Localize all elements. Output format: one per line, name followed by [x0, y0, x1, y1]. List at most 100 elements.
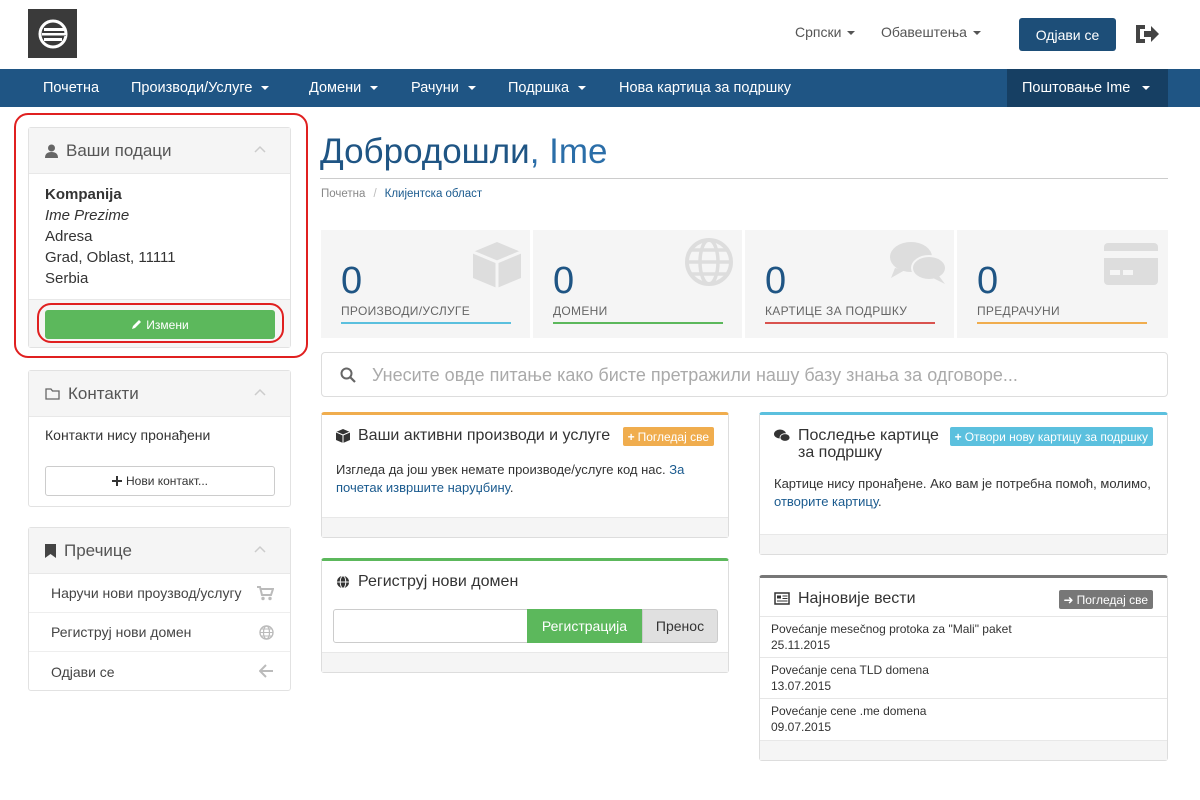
comments-icon — [774, 429, 790, 442]
panel-heading[interactable]: Ваши подаци — [29, 128, 290, 174]
tile-underline — [553, 322, 723, 324]
tile-underline — [765, 322, 935, 324]
news-item[interactable]: Povećanje cene .me domena 09.07.2015 — [760, 698, 1167, 739]
nav-support[interactable]: Подршка — [508, 69, 587, 107]
news-title: Povećanje cena TLD domena — [771, 663, 929, 677]
knowledgebase-search-input[interactable]: Унесите овде питање како бисте претражил… — [321, 352, 1168, 397]
cart-icon — [257, 586, 274, 601]
client-name: Ime Prezime — [45, 207, 130, 224]
new-contact-button[interactable]: Нови контакт... — [45, 466, 275, 496]
domain-transfer-button[interactable]: Пренос — [642, 609, 718, 643]
credit-card-icon — [1104, 243, 1158, 285]
breadcrumb-home[interactable]: Почетна — [321, 188, 365, 200]
panel-heading[interactable]: Пречице — [29, 528, 290, 574]
panel-title: Контакти — [68, 383, 139, 403]
panel-heading: Последње картице за подршку — [760, 415, 960, 461]
nav-domains[interactable]: Домени — [309, 69, 379, 107]
folder-icon — [45, 387, 60, 400]
tile-label: ПРОИЗВОДИ/УСЛУГЕ — [341, 304, 471, 318]
recent-tickets-panel: Последње картице за подршку + Отвори нову… — [759, 412, 1168, 555]
domain-register-button[interactable]: Регистрација — [527, 609, 642, 643]
tile-underline — [977, 322, 1147, 324]
page-title: Добродошли, Ime — [320, 132, 608, 171]
shortcut-label: Наручи нови проузвод/услугу — [51, 585, 242, 601]
latest-news-panel: Најновије вести ➜ Погледај све Povećanje … — [759, 575, 1168, 761]
news-date: 09.07.2015 — [771, 720, 832, 734]
shortcut-logout[interactable]: Одјави се — [29, 652, 290, 691]
shortcut-order-new[interactable]: Наручи нови проузвод/услугу — [29, 574, 290, 613]
address-line: Adresa — [45, 228, 93, 245]
logout-button[interactable]: Одјави се — [1019, 18, 1116, 51]
view-all-products-button[interactable]: + Погледај све — [622, 427, 714, 446]
active-products-panel: Ваши активни производи и услуге + Погледа… — [321, 412, 729, 538]
contacts-panel: Контакти Контакти нису пронађени Нови ко… — [28, 370, 291, 507]
panel-title: Ваши подаци — [66, 140, 172, 160]
shortcut-label: Одјави се — [51, 663, 115, 680]
company-logo[interactable] — [28, 9, 77, 58]
panel-heading[interactable]: Контакти — [29, 371, 290, 417]
shortcut-register-domain[interactable]: Регистpуј нови домен — [29, 613, 290, 652]
nav-products[interactable]: Производи/Услуге — [131, 69, 270, 107]
globe-icon — [259, 625, 274, 640]
domain-input[interactable] — [333, 609, 528, 643]
globe-icon — [336, 575, 350, 589]
newspaper-icon — [774, 592, 790, 605]
caret-down-icon — [1142, 86, 1151, 91]
panel-title: Региструј нови домен — [358, 573, 519, 590]
plus-icon: + — [627, 429, 635, 444]
tile-label: ПРЕДРАЧУНИ — [977, 304, 1060, 318]
arrow-right-icon: ➜ — [1063, 592, 1074, 607]
comments-icon — [890, 242, 947, 284]
panel-footer — [760, 534, 1167, 554]
sign-out-icon[interactable] — [1134, 22, 1160, 46]
chevron-up-icon[interactable] — [254, 145, 266, 153]
caret-down-icon — [261, 86, 270, 91]
plus-icon: + — [954, 429, 962, 444]
tile-value: 0 — [977, 260, 999, 302]
nav-account-dropdown[interactable]: Поштовање Ime — [1007, 69, 1168, 107]
arrow-left-icon — [259, 664, 273, 678]
view-all-news-button[interactable]: ➜ Погледај све — [1058, 590, 1153, 609]
chevron-up-icon[interactable] — [254, 545, 266, 553]
cube-icon — [472, 242, 522, 288]
panel-body: Изгледа да још увек немате производе/усл… — [336, 462, 685, 495]
address-block: Kompanija Ime Prezime Adresa Grad, Oblas… — [29, 174, 290, 289]
breadcrumb-current[interactable]: Клијентска област — [385, 188, 483, 200]
site-header: Српски Обавештења Одјави се — [0, 0, 1200, 69]
nav-home[interactable]: Почетна — [43, 69, 99, 107]
nav-new-ticket[interactable]: Нова картица за подршку — [619, 69, 791, 107]
title-divider — [320, 178, 1168, 179]
tile-services[interactable]: 0 ПРОИЗВОДИ/УСЛУГЕ — [321, 230, 530, 338]
tile-label: ДОМЕНИ — [553, 304, 608, 318]
shortcuts-panel: Пречице Наручи нови проузвод/услугу Реги… — [28, 527, 291, 691]
user-icon — [45, 144, 58, 158]
page-title-name: , Ime — [529, 132, 608, 171]
caret-down-icon — [578, 86, 587, 91]
news-item[interactable]: Povećanje mesečnog protoka za "Mali" pak… — [760, 616, 1167, 657]
panel-title: Пречице — [64, 540, 132, 560]
panel-footer — [322, 652, 728, 672]
tile-tickets[interactable]: 0 КАРТИЦЕ ЗА ПОДРШКУ — [745, 230, 954, 338]
caret-down-icon — [467, 86, 476, 91]
tile-value: 0 — [341, 260, 363, 302]
open-ticket-link[interactable]: отворите картицу — [774, 494, 878, 509]
tile-domains[interactable]: 0 ДОМЕНИ — [533, 230, 742, 338]
tile-label: КАРТИЦЕ ЗА ПОДРШКУ — [765, 304, 908, 318]
company-name: Kompanija — [45, 186, 122, 203]
panel-heading: Региструј нови домен — [322, 561, 728, 591]
news-item[interactable]: Povećanje cena TLD domena 13.07.2015 — [760, 657, 1167, 698]
tile-invoices[interactable]: 0 ПРЕДРАЧУНИ — [957, 230, 1168, 338]
stats-tiles: 0 ПРОИЗВОДИ/УСЛУГЕ 0 ДОМЕНИ 0 КАРТИЦЕ ЗА… — [321, 230, 1168, 338]
open-new-ticket-button[interactable]: + Отвори нову картицу за подршку — [949, 427, 1153, 446]
language-dropdown[interactable]: Српски — [795, 24, 856, 40]
panel-body: Картице нису пронађене. Ако вам је потре… — [774, 476, 1151, 509]
contacts-empty-text: Контакти нису пронађени — [45, 427, 211, 443]
news-date: 13.07.2015 — [771, 679, 832, 693]
notifications-dropdown[interactable]: Обавештења — [881, 24, 981, 40]
globe-icon — [685, 238, 733, 286]
chevron-up-icon[interactable] — [254, 388, 266, 396]
register-domain-panel: Региструј нови домен Регистрација Пренос — [321, 558, 729, 673]
nav-invoices[interactable]: Рачуни — [411, 69, 476, 107]
country-line: Serbia — [45, 270, 89, 287]
tile-value: 0 — [765, 260, 787, 302]
